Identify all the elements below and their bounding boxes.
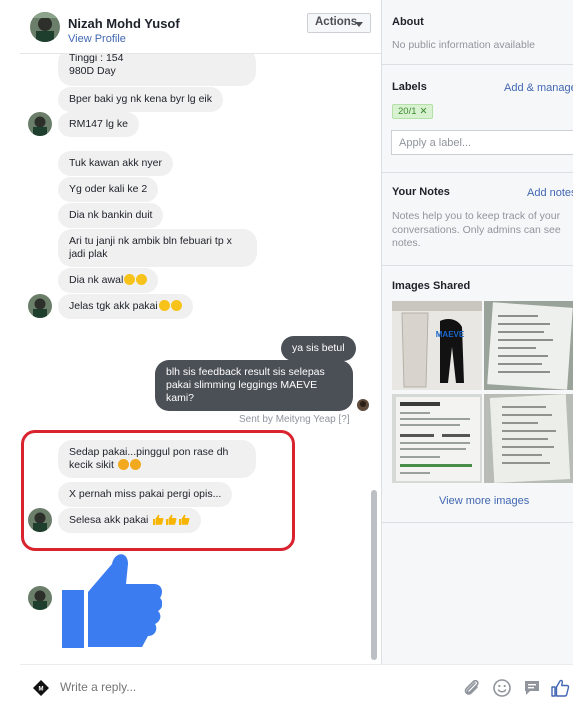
contact-details-panel: About No public information available La… <box>382 0 573 664</box>
divider <box>382 265 573 266</box>
shared-image-thumbnail[interactable]: MAEVE <box>392 301 482 390</box>
message-bubble: RM147 lg ke <box>58 112 139 137</box>
message-text: Sedap pakai...pinggul pon rase dh kecik … <box>69 446 229 471</box>
message-text: Yg oder kali ke 2 <box>69 183 148 195</box>
thumbs-up-emoji-icon <box>153 514 164 525</box>
actions-button[interactable]: Actions <box>307 13 371 33</box>
sent-by-label: Sent by Meityng Yeap [?] <box>239 414 350 425</box>
label-chip-text: 20/1 <box>398 106 417 117</box>
notes-help-text: Notes help you to keep track of your con… <box>392 210 561 249</box>
laughing-emoji-icon <box>124 274 136 285</box>
message-bubble: Selesa akk pakai <box>58 508 202 533</box>
laughing-emoji-icon <box>170 300 182 311</box>
message-bubble: Sedap pakai...pinggul pon rase dh kecik … <box>58 440 256 478</box>
conversation-panel: Nizah Mohd Yusof View Profile Actions Ti… <box>20 0 382 664</box>
message-text: Ari tu janji nk ambik bln febuari tp x j… <box>69 235 232 260</box>
contact-name[interactable]: Nizah Mohd Yusof <box>68 16 180 31</box>
contact-avatar[interactable] <box>28 508 52 532</box>
message-text: Selesa akk pakai <box>69 514 149 526</box>
message-bubble: Dia nk awal <box>58 268 159 293</box>
contact-avatar[interactable] <box>28 294 52 318</box>
reply-input[interactable] <box>60 680 440 694</box>
divider <box>382 64 573 65</box>
about-title: About <box>392 16 424 28</box>
add-notes-link[interactable]: Add notes <box>527 187 573 199</box>
page-avatar: M <box>30 677 52 699</box>
divider <box>382 522 573 523</box>
message-bubble: Tinggi : 154 980D Day <box>58 54 256 86</box>
shared-image-thumbnail[interactable] <box>392 394 482 483</box>
message-text: Tuk kawan akk nyer <box>69 157 162 169</box>
contact-avatar[interactable] <box>30 12 60 42</box>
divider <box>382 172 573 173</box>
message-bubble: X pernah miss pakai pergi opis... <box>58 482 233 507</box>
images-shared-title: Images Shared <box>392 280 471 292</box>
message-text: X pernah miss pakai pergi opis... <box>69 488 222 500</box>
notes-title: Your Notes <box>392 186 450 198</box>
label-chip[interactable]: 20/1 ✕ <box>392 104 434 119</box>
chevron-down-icon <box>355 22 363 27</box>
message-text: ya sis betul <box>292 342 345 354</box>
large-thumbs-up-icon <box>62 554 162 648</box>
laughing-emoji-icon <box>158 300 170 311</box>
actions-label: Actions <box>315 16 358 28</box>
message-bubble: Dia nk bankin duit <box>58 203 164 228</box>
message-text: Bper baki yg nk kena byr lg eik <box>69 93 212 105</box>
thumbs-up-emoji-icon <box>179 514 190 525</box>
shared-image-thumbnail[interactable] <box>484 394 573 483</box>
shared-image-thumbnail[interactable] <box>484 301 573 390</box>
message-text: Tinggi : 154 <box>69 54 124 64</box>
smile-emoji-icon <box>129 459 141 470</box>
view-profile-link[interactable]: View Profile <box>68 33 126 45</box>
contact-avatar[interactable] <box>28 112 52 136</box>
message-bubble: Yg oder kali ke 2 <box>58 177 159 202</box>
sent-by-text: Sent by Meityng Yeap <box>239 414 336 425</box>
message-text: 980D Day <box>69 65 116 77</box>
outgoing-message-bubble: ya sis betul <box>281 336 356 361</box>
message-text: Dia nk awal <box>69 274 124 286</box>
message-text: Jelas tgk akk pakai <box>69 300 158 312</box>
sent-by-help-link[interactable]: [?] <box>339 414 350 425</box>
message-bubble: Ari tu janji nk ambik bln febuari tp x j… <box>58 229 257 267</box>
apply-label-input[interactable] <box>391 130 573 155</box>
message-list-scrollbar[interactable] <box>371 490 377 660</box>
message-bubble: Bper baki yg nk kena byr lg eik <box>58 87 223 112</box>
image-caption: MAEVE <box>436 330 465 339</box>
svg-text:M: M <box>39 687 44 693</box>
message-bubble: Tuk kawan akk nyer <box>58 151 173 176</box>
smile-emoji-icon <box>117 459 129 470</box>
message-text: RM147 lg ke <box>69 118 128 130</box>
view-more-images-link[interactable]: View more images <box>439 495 529 507</box>
remove-label-icon[interactable]: ✕ <box>420 106 428 117</box>
contact-avatar[interactable] <box>28 586 52 610</box>
add-manage-labels-link[interactable]: Add & manage <box>504 82 573 94</box>
outgoing-message-bubble: blh sis feedback result sis selepas paka… <box>155 360 353 411</box>
saved-reply-icon[interactable] <box>522 678 542 698</box>
thumbs-up-emoji-icon <box>166 514 177 525</box>
like-icon[interactable] <box>550 678 570 698</box>
message-bubble: Jelas tgk akk pakai <box>58 294 193 319</box>
conversation-header: Nizah Mohd Yusof View Profile Actions <box>20 0 381 54</box>
labels-title: Labels <box>392 81 427 93</box>
laughing-emoji-icon <box>136 274 148 285</box>
emoji-icon[interactable] <box>492 678 512 698</box>
about-text: No public information available <box>392 39 535 51</box>
sender-avatar <box>357 399 369 411</box>
message-text: blh sis feedback result sis selepas paka… <box>166 366 325 404</box>
attachment-icon[interactable] <box>462 678 482 698</box>
message-text: Dia nk bankin duit <box>69 209 153 221</box>
reply-composer: M <box>20 664 573 710</box>
